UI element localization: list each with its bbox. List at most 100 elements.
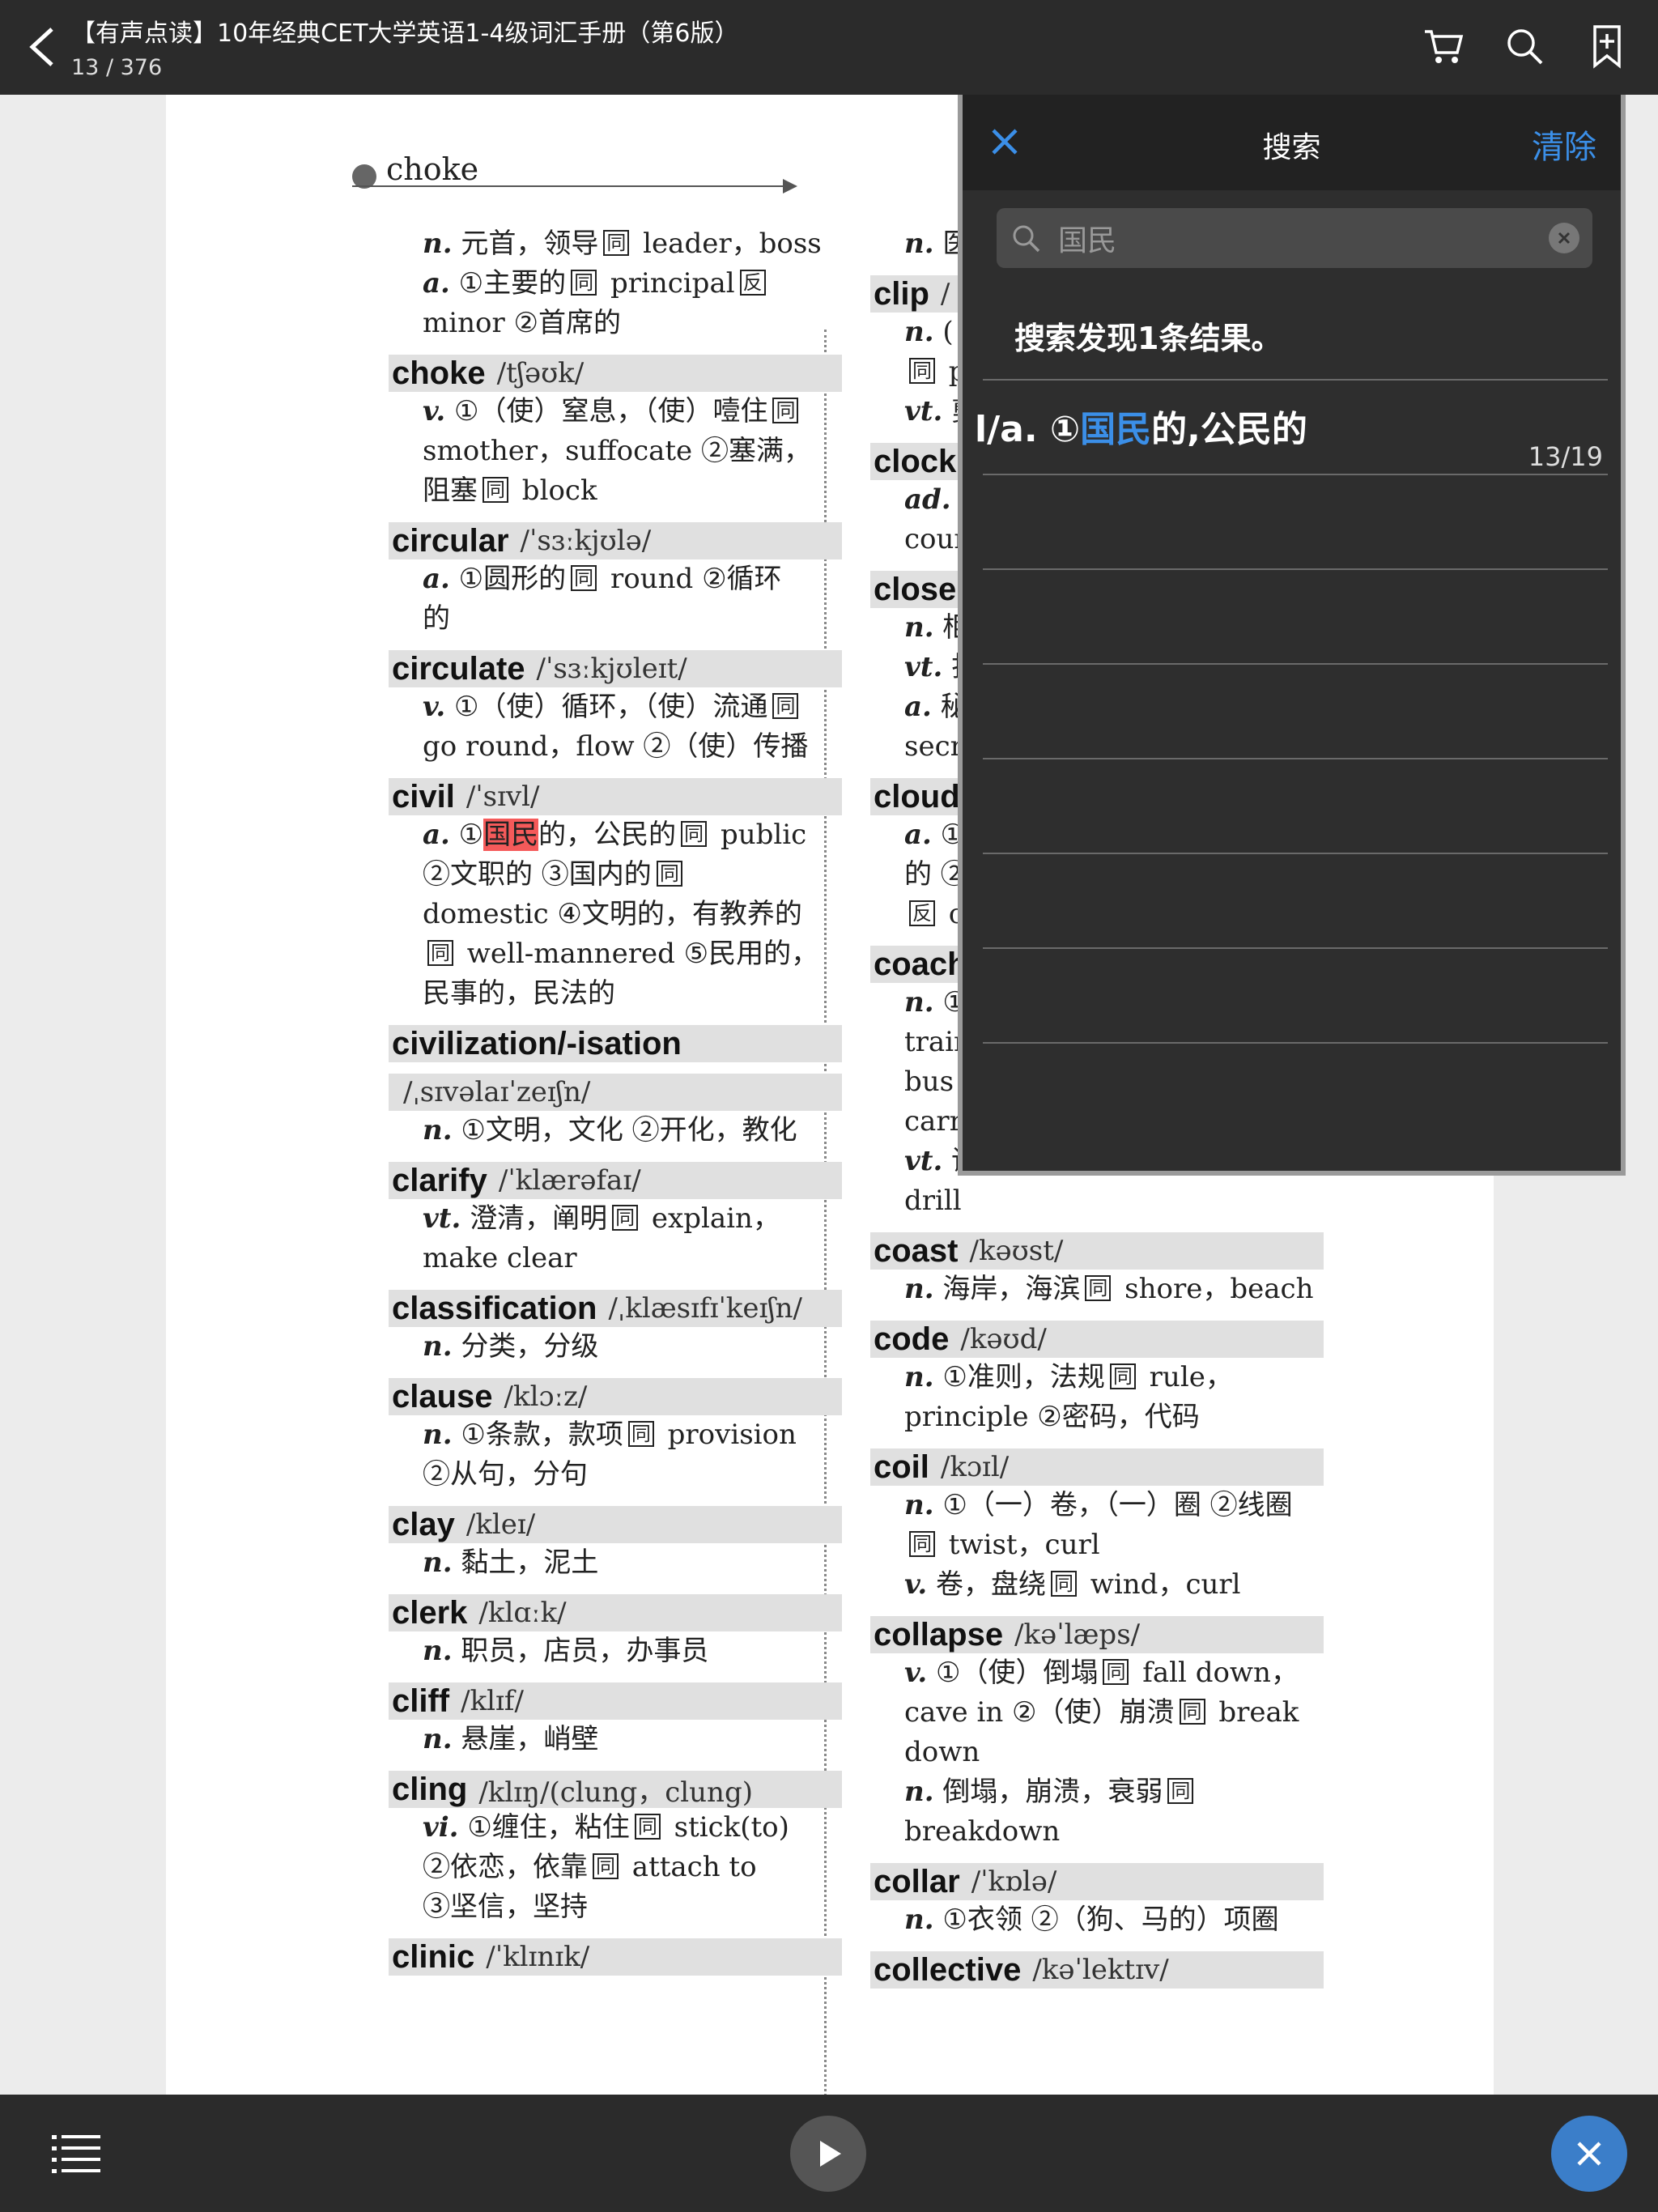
definition-text: 民事的，民法的 [423,977,615,1010]
dictionary-entry[interactable]: /ˌsɪvəlaɪˈzeɪʃn/n. ①文明，文化 ②开化，教化 [389,1074,842,1151]
headword: cliff [392,1682,450,1719]
part-of-speech: n. [904,1489,934,1521]
table-of-contents-button[interactable] [50,2129,102,2177]
phonetic: /kleɪ/ [466,1508,536,1541]
definition-text: ①衣领 ②（狗、马的）项圈 [933,1904,1279,1936]
synonym-mark: 同 [1103,1659,1129,1685]
part-of-speech: a. [423,819,450,851]
dictionary-entry[interactable]: circular/ˈsɜːkjʊlə/a. ①圆形的同 round ②循环的 [389,522,842,639]
headword: cloud [874,778,960,815]
dictionary-entry[interactable]: cling/klɪŋ/(clung，clung) vi. ①缠住，粘住同 stic… [389,1771,842,1927]
add-bookmark-button[interactable] [1580,19,1634,73]
search-result-row[interactable]: l/a. ①国民的,公民的 13/19 [975,379,1608,474]
definition-text: carr [904,1105,963,1138]
synonym-mark: 同 [634,1814,661,1840]
definition-text: fall down， [1133,1657,1299,1689]
definition-text: ① [449,819,484,851]
dictionary-entry[interactable]: n. 元首，领导同 leader，boss a. ①主要的同 principal 反… [389,224,842,343]
search-panel-header: 搜索 清除 [963,95,1621,190]
page-indicator: 13 / 376 [71,55,163,80]
definition-text: 元首，领导 [452,228,599,260]
definition-line: 同 well-mannered ⑤民用的， [389,934,842,974]
definition-line: n. ①条款，款项同 provision [389,1415,842,1455]
headword: coast [874,1232,959,1269]
dictionary-entry[interactable]: coast/kəʊst/n. 海岸，海滨同 shore，beach [870,1232,1324,1309]
part-of-speech: n. [423,1114,453,1146]
cart-button[interactable] [1417,19,1470,73]
headword-bar: clause/klɔːz/ [389,1378,842,1415]
phonetic: /ˈsɜːkjʊleɪt/ [536,653,687,685]
result-page: 13/19 [1528,441,1603,472]
definition-line: n. 悬崖，峭壁 [389,1720,842,1759]
dictionary-entry[interactable]: collective/kəˈlektɪv/ [870,1951,1324,1989]
definition-line: vi. ①缠住，粘住同 stick(to) [389,1808,842,1848]
phonetic: /klɪŋ/(clung，clung) [478,1776,753,1809]
definition-line: a. ①国民的，公民的同 public [389,815,842,855]
dictionary-entry[interactable]: collar/ˈkɒlə/n. ①衣领 ②（狗、马的）项圈 [870,1863,1324,1940]
empty-result-row [983,947,1608,1042]
dictionary-entry[interactable]: clarify/ˈklærəfaɪ/vt. 澄清，阐明同 explain， mak… [389,1162,842,1278]
definition-text: shore，beach [1116,1273,1314,1305]
antonym-mark: 反 [909,900,935,926]
definition-line: minor ②首席的 [389,304,842,343]
definition-text: smother，suffocate ②塞满， [423,435,811,467]
list-icon [52,2135,100,2173]
play-audio-button[interactable] [790,2116,866,2192]
headword: choke [392,355,486,391]
headword: civil [392,778,455,815]
dictionary-entry[interactable]: clause/klɔːz/n. ①条款，款项同 provision ②从句，分句 [389,1378,842,1495]
part-of-speech: n. [904,1776,934,1808]
definition-text: 分类，分级 [452,1330,599,1363]
dictionary-entry[interactable]: circulate/ˈsɜːkjʊleɪt/v. ①（使）循环，（使）流通同 go… [389,650,842,767]
dictionary-entry[interactable]: coil/kɔɪl/n. ①（一）卷，（一）圈 ②线圈同 twist，curl v… [870,1448,1324,1605]
back-arrow-icon [29,28,53,66]
part-of-speech: vt. [904,1145,943,1177]
synonym-mark: 同 [656,861,682,887]
part-of-speech: a. [423,267,450,300]
clear-button[interactable]: 清除 [1532,121,1596,168]
part-of-speech: vt. [423,1202,461,1235]
dictionary-entry[interactable]: cliff/klɪf/n. 悬崖，峭壁 [389,1682,842,1759]
clear-input-button[interactable] [1549,223,1579,253]
result-prefix: l/a. ① [975,409,1081,450]
close-audio-button[interactable] [1551,2116,1627,2192]
dictionary-entry[interactable]: civil/ˈsɪvl/a. ①国民的，公民的同 public ②文职的 ③国内的… [389,778,842,1014]
synonym-mark: 同 [1085,1275,1112,1301]
headword: civilization/-isation [392,1025,682,1061]
dictionary-entry[interactable]: civilization/-isation [389,1025,842,1062]
back-button[interactable] [18,18,66,76]
headword: collar [874,1863,960,1899]
definition-text: wind，curl [1082,1568,1241,1601]
definition-text: well-mannered ⑤民用的， [458,938,819,970]
definition-text: 澄清，阐明 [461,1202,608,1235]
definition-line: v. 卷，盘绕同 wind，curl [870,1565,1324,1605]
part-of-speech: vi. [423,1811,459,1844]
definition-text: ①（使）窒息，（使）噎住 [445,395,768,428]
phonetic: /ˌsɪvəlaɪˈzeɪʃn/ [403,1076,591,1108]
synonym-mark: 同 [1051,1571,1077,1597]
dictionary-entry[interactable]: classification/ˌklæsɪfɪˈkeɪʃn/n. 分类，分级 [389,1290,842,1367]
definition-text: ①文明，文化 ②开化，教化 [452,1114,797,1146]
part-of-speech: n. [904,986,934,1019]
top-bar: 【有声点读】10年经典CET大学英语1-4级词汇手册（第6版） 13 / 376 [0,0,1658,95]
dictionary-entry[interactable]: clerk/klɑːk/n. 职员，店员，办事员 [389,1594,842,1671]
definition-text: breakdown [904,1815,1061,1848]
part-of-speech: n. [423,1419,453,1451]
definition-text: break [1209,1696,1299,1729]
dictionary-entry[interactable]: clay/kleɪ/n. 黏土，泥土 [389,1506,842,1583]
headword: classification [392,1290,597,1326]
definition-text: ( [933,316,954,348]
search-input[interactable] [1058,208,1528,268]
synonym-mark: 同 [612,1205,639,1231]
dictionary-entry[interactable]: clinic/ˈklɪnɪk/ [389,1938,842,1976]
phonetic: /tʃəʊk/ [496,357,585,389]
definition-line: ②从句，分句 [389,1455,842,1495]
part-of-speech: v. [423,395,446,428]
dictionary-entry[interactable]: code/kəʊd/n. ①准则，法规同 rule， principle ②密码，… [870,1321,1324,1437]
part-of-speech: a. [904,819,932,851]
dictionary-entry[interactable]: choke/tʃəʊk/v. ①（使）窒息，（使）噎住同 smother，suff… [389,355,842,511]
dictionary-entry[interactable]: collapse/kəˈlæps/v. ①（使）倒塌同 fall down， ca… [870,1616,1324,1852]
headword: coil [874,1448,929,1485]
definition-text: block [513,474,597,507]
search-button[interactable] [1498,19,1551,73]
